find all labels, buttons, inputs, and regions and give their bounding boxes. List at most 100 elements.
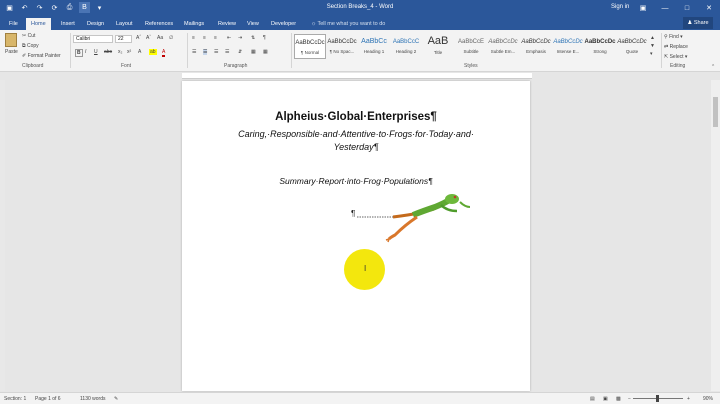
style-title[interactable]: AaB Title [422,34,454,59]
zoom-out-icon[interactable]: − [628,396,631,402]
document-title[interactable]: Alpheius·Global·Enterprises¶ [182,111,530,123]
grow-font-icon[interactable]: Aˆ [136,35,141,41]
decrease-indent-icon[interactable]: ⇤ [227,35,231,41]
style-name: Heading 2 [395,49,417,54]
vertical-scrollbar[interactable] [711,80,720,391]
share-button[interactable]: ♟ Share [683,17,713,29]
print-icon[interactable]: ⎙ [64,2,75,13]
replace-button[interactable]: ⇄ Replace [664,44,688,50]
multilevel-list-icon[interactable]: ≡ [214,35,217,41]
tab-layout[interactable]: Layout [111,18,138,30]
font-size-box[interactable]: 22 [115,35,132,43]
customize-icon[interactable]: ▾ [94,2,105,13]
read-mode-icon[interactable]: ▤ [590,396,595,402]
document-page[interactable]: Alpheius·Global·Enterprises¶ Caring,·Res… [182,81,530,391]
align-right-icon[interactable]: ☰ [214,49,218,55]
style-emphasis[interactable]: AaBbCcDc Emphasis [520,34,552,59]
style-sample: AaBbCcDc [295,40,325,46]
clear-format-icon[interactable]: ∅ [169,35,173,41]
document-subtitle-line-2[interactable]: Yesterday¶ [182,142,530,152]
styles-scroll-down-icon[interactable]: ▼ [650,43,655,49]
styles-scroll-up-icon[interactable]: ▲ [650,35,655,41]
paste-icon[interactable] [5,33,17,47]
save-icon[interactable]: ▣ [4,2,15,13]
superscript-button[interactable]: x² [127,49,131,55]
subscript-button[interactable]: x₂ [118,49,122,55]
format-painter-button[interactable]: ✐ Format Painter [22,53,61,59]
maximize-icon[interactable]: □ [676,0,698,16]
styles-more-icon[interactable]: ▾ [650,51,653,57]
style-strong[interactable]: AaBbCcDc Strong [584,34,616,59]
cut-button[interactable]: ✂ Cut [22,33,35,39]
document-subtitle-line-1[interactable]: Caring,·Responsible·and·Attentive·to·Fro… [182,129,530,139]
sort-icon[interactable]: ⇅ [251,35,255,41]
undo-icon[interactable]: ↶ [19,2,30,13]
shading-icon[interactable]: ▦ [251,49,256,55]
tab-references[interactable]: References [140,18,178,30]
horizontal-ruler[interactable] [182,73,532,79]
refresh-icon[interactable]: ⟳ [49,2,60,13]
italic-button[interactable]: I [85,49,86,55]
tab-design[interactable]: Design [82,18,109,30]
paste-button[interactable]: Paste [5,49,18,55]
font-name-box[interactable]: Calibri [73,35,113,43]
bold-button[interactable]: B [75,49,83,57]
style-normal[interactable]: AaBbCcDc ¶ Normal [294,34,326,59]
tab-developer[interactable]: Developer [266,18,301,30]
style-intense-emphasis[interactable]: AaBbCcDc Intense E... [552,34,584,59]
bold-icon[interactable]: B [79,2,90,13]
close-icon[interactable]: ✕ [698,0,720,16]
tab-insert[interactable]: Insert [56,18,80,30]
strikethrough-button[interactable]: abc [104,49,112,55]
increase-indent-icon[interactable]: ⇥ [238,35,242,41]
show-formatting-icon[interactable]: ¶ [263,35,266,41]
tab-mailings[interactable]: Mailings [179,18,209,30]
minimize-icon[interactable]: — [654,0,676,16]
highlight-icon[interactable]: ab [149,49,157,55]
style-subtle-emphasis[interactable]: AaBbCcDc Subtle Em... [487,34,519,59]
justify-icon[interactable]: ☰ [225,49,229,55]
line-spacing-icon[interactable]: ⇵ [238,49,242,55]
shrink-font-icon[interactable]: Aˇ [146,35,151,41]
copy-button[interactable]: ⧉ Copy [22,43,39,49]
align-center-icon[interactable]: ☰ [203,49,208,55]
change-case-icon[interactable]: Aa [157,35,163,41]
style-subtitle[interactable]: AaBbCcE Subtitle [455,34,487,59]
tab-home[interactable]: Home [26,18,51,30]
select-button[interactable]: ⇱ Select ▾ [664,54,687,60]
style-quote[interactable]: AaBbCcDc Quote [616,34,648,59]
style-no-spacing[interactable]: AaBbCcDc ¶ No Spac... [326,34,358,59]
print-layout-icon[interactable]: ▣ [603,396,608,402]
section-indicator[interactable]: Section: 1 [4,396,26,402]
page-indicator[interactable]: Page 1 of 6 [35,396,61,402]
font-color-icon[interactable]: A [162,49,166,57]
style-heading-2[interactable]: AaBbCcC Heading 2 [390,34,422,59]
tell-me-search[interactable]: ☼ Tell me what you want to do [311,18,385,30]
numbering-icon[interactable]: ≡ [203,35,206,41]
text-effects-icon[interactable]: A [138,49,141,55]
find-button[interactable]: ⚲ Find ▾ [664,34,683,40]
frog-image[interactable] [357,193,482,243]
proofing-icon[interactable]: ✎ [114,396,118,402]
underline-button[interactable]: U [94,49,98,55]
borders-icon[interactable]: ▦ [263,49,268,55]
zoom-level[interactable]: 90% [703,396,713,402]
web-layout-icon[interactable]: ▩ [616,396,621,402]
tab-file[interactable]: File [4,18,23,30]
vertical-ruler[interactable] [0,80,5,391]
collapse-ribbon-icon[interactable]: ⌃ [711,64,715,70]
bullets-icon[interactable]: ≡ [192,35,195,41]
tab-review[interactable]: Review [213,18,241,30]
align-left-icon[interactable]: ☰ [192,49,196,55]
zoom-in-icon[interactable]: + [687,396,690,402]
ribbon-display-icon[interactable]: ▣ [632,0,654,16]
style-heading-1[interactable]: AaBbCc Heading 1 [358,34,390,59]
tab-view[interactable]: View [242,18,264,30]
redo-icon[interactable]: ↷ [34,2,45,13]
scrollbar-thumb[interactable] [713,97,718,127]
word-count[interactable]: 1130 words [80,396,105,402]
sign-in-link[interactable]: Sign in [611,4,629,10]
style-name: Heading 1 [363,49,385,54]
report-heading[interactable]: Summary·Report·into·Frog·Populations¶ [182,176,530,186]
zoom-slider-thumb[interactable] [656,395,659,402]
